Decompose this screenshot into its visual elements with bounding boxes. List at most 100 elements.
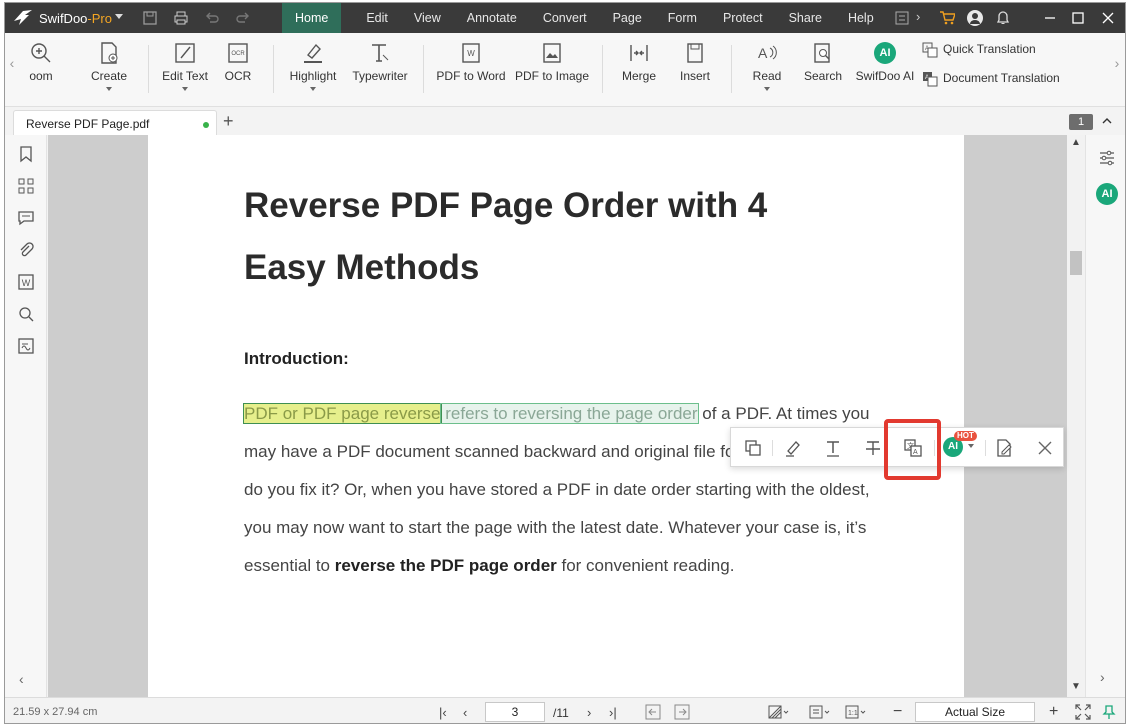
document-title[interactable]: Reverse PDF Page Order with 4 Easy Metho…: [244, 175, 844, 299]
underline-text-icon[interactable]: [823, 438, 843, 458]
insert-button[interactable]: Insert: [673, 33, 717, 107]
selected-text[interactable]: refers to reversing the page order: [439, 403, 699, 424]
previous-view-icon[interactable]: [645, 704, 661, 720]
app-menu-caret-icon[interactable]: [115, 14, 123, 19]
menu-edit[interactable]: Edit: [353, 3, 401, 33]
pdf-page[interactable]: Reverse PDF Page Order with 4 Easy Metho…: [148, 135, 964, 697]
menu-page[interactable]: Page: [600, 3, 655, 33]
document-tab-bar: Reverse PDF Page.pdf + 1: [5, 107, 1125, 135]
read-button[interactable]: A Read: [747, 33, 787, 107]
scrollbar-thumb[interactable]: [1070, 251, 1082, 275]
print-icon[interactable]: [173, 10, 189, 26]
scan-icon[interactable]: [895, 11, 909, 25]
save-icon[interactable]: [142, 10, 158, 26]
read-caret-icon: [764, 87, 770, 91]
minimize-icon[interactable]: [1035, 3, 1065, 33]
first-page-icon[interactable]: |‹: [439, 705, 447, 720]
menu-help[interactable]: Help: [835, 3, 887, 33]
page-number-input[interactable]: 3: [485, 702, 545, 722]
fullscreen-icon[interactable]: [1075, 704, 1091, 720]
ocr-label: OCR: [224, 69, 252, 83]
zoom-level-select[interactable]: Actual Size: [915, 702, 1035, 722]
redo-icon[interactable]: [235, 10, 251, 26]
typewriter-button[interactable]: Typewriter: [348, 33, 412, 107]
new-tab-plus-icon[interactable]: +: [223, 111, 234, 132]
app-name[interactable]: SwifDoo-Pro: [39, 11, 112, 26]
vertical-scrollbar[interactable]: ▲ ▼: [1067, 135, 1085, 697]
edit-text-button[interactable]: Edit Text: [157, 33, 213, 107]
highlight-button[interactable]: Highlight: [284, 33, 342, 107]
settings-sliders-icon[interactable]: [1098, 149, 1116, 167]
word-count-icon[interactable]: W: [17, 273, 35, 291]
svg-text:A: A: [758, 45, 768, 61]
menu-convert[interactable]: Convert: [530, 3, 600, 33]
search-button[interactable]: Search: [799, 33, 847, 107]
background-color-icon[interactable]: [768, 704, 790, 720]
signature-icon[interactable]: [17, 337, 35, 355]
merge-button[interactable]: Merge: [617, 33, 661, 107]
ribbon-scroll-right-icon[interactable]: ›: [1113, 33, 1121, 107]
ocr-button[interactable]: OCR OCR: [221, 33, 255, 107]
strikethrough-icon[interactable]: [863, 438, 883, 458]
ribbon-toolbar: ‹ oom Create Edit Text OCR OCR Highlight: [5, 33, 1125, 107]
page-view-mode-icon[interactable]: [809, 704, 831, 720]
edit-note-icon[interactable]: [994, 438, 1014, 458]
sidebar-prev-page-icon[interactable]: ‹: [19, 671, 24, 687]
quick-translation-button[interactable]: A Quick Translation: [922, 42, 1036, 58]
undo-icon[interactable]: [204, 10, 220, 26]
pdf-to-word-label: PDF to Word: [436, 69, 506, 83]
zoom-out-icon[interactable]: −: [893, 703, 902, 721]
highlight-pen-icon[interactable]: [783, 438, 803, 458]
swifdoo-ai-button[interactable]: AI SwifDoo AI: [851, 33, 919, 107]
user-avatar-icon[interactable]: [967, 10, 983, 26]
document-tab[interactable]: Reverse PDF Page.pdf: [13, 110, 217, 135]
menu-protect[interactable]: Protect: [710, 3, 776, 33]
pin-icon[interactable]: [1101, 704, 1117, 720]
menu-annotate[interactable]: Annotate: [454, 3, 530, 33]
actual-size-icon[interactable]: 1:1: [845, 704, 867, 720]
next-page-icon[interactable]: ›: [587, 705, 591, 720]
ribbon-scroll-left-icon[interactable]: ‹: [8, 33, 16, 107]
close-toolbar-icon[interactable]: [1035, 438, 1055, 458]
page-count-badge: 1: [1069, 114, 1093, 130]
create-file-icon: [101, 42, 118, 64]
attachment-icon[interactable]: [17, 241, 35, 259]
collapse-ribbon-icon[interactable]: [1101, 115, 1113, 127]
sidebar-ai-icon[interactable]: AI: [1096, 183, 1118, 205]
zoom-in-button-icon[interactable]: +: [1049, 703, 1058, 721]
sidebar-next-page-icon[interactable]: ›: [1100, 669, 1105, 685]
typewriter-icon: [372, 44, 389, 62]
scroll-up-icon[interactable]: ▲: [1071, 137, 1081, 148]
comments-icon[interactable]: [17, 209, 35, 227]
chevron-right-icon[interactable]: ›: [916, 9, 932, 25]
menu-form[interactable]: Form: [655, 3, 710, 33]
sidebar-search-icon[interactable]: [17, 305, 35, 323]
maximize-icon[interactable]: [1063, 3, 1093, 33]
document-heading[interactable]: Introduction:: [244, 349, 349, 369]
zoom-button[interactable]: oom: [21, 33, 61, 107]
scroll-down-icon[interactable]: ▼: [1071, 681, 1081, 692]
create-button[interactable]: Create: [87, 33, 131, 107]
menu-view[interactable]: View: [401, 3, 454, 33]
menu-share[interactable]: Share: [776, 3, 835, 33]
next-view-icon[interactable]: [674, 704, 690, 720]
pdf-to-image-button[interactable]: PDF to Image: [511, 33, 593, 107]
last-page-icon[interactable]: ›|: [609, 705, 617, 720]
cart-icon[interactable]: [939, 10, 955, 26]
ai-dropdown-caret-icon[interactable]: [968, 444, 974, 448]
copy-icon[interactable]: [743, 438, 763, 458]
highlighted-text[interactable]: PDF or PDF page reverse: [243, 403, 442, 424]
document-paragraph[interactable]: PDF or PDF page reverse refers to revers…: [243, 395, 884, 585]
close-window-icon[interactable]: [1093, 3, 1123, 33]
document-translation-button[interactable]: A Document Translation: [922, 71, 1060, 87]
document-translation-icon: A: [923, 72, 938, 87]
bookmark-icon[interactable]: [17, 145, 35, 163]
menu-home[interactable]: Home: [282, 3, 342, 33]
thumbnails-icon[interactable]: [17, 177, 35, 195]
svg-text:W: W: [22, 278, 31, 288]
pdf-to-word-button[interactable]: W PDF to Word: [433, 33, 509, 107]
svg-text:OCR: OCR: [231, 51, 245, 57]
left-sidebar: W ‹: [5, 135, 47, 697]
prev-page-icon[interactable]: ‹: [463, 705, 467, 720]
bell-icon[interactable]: [995, 10, 1011, 26]
